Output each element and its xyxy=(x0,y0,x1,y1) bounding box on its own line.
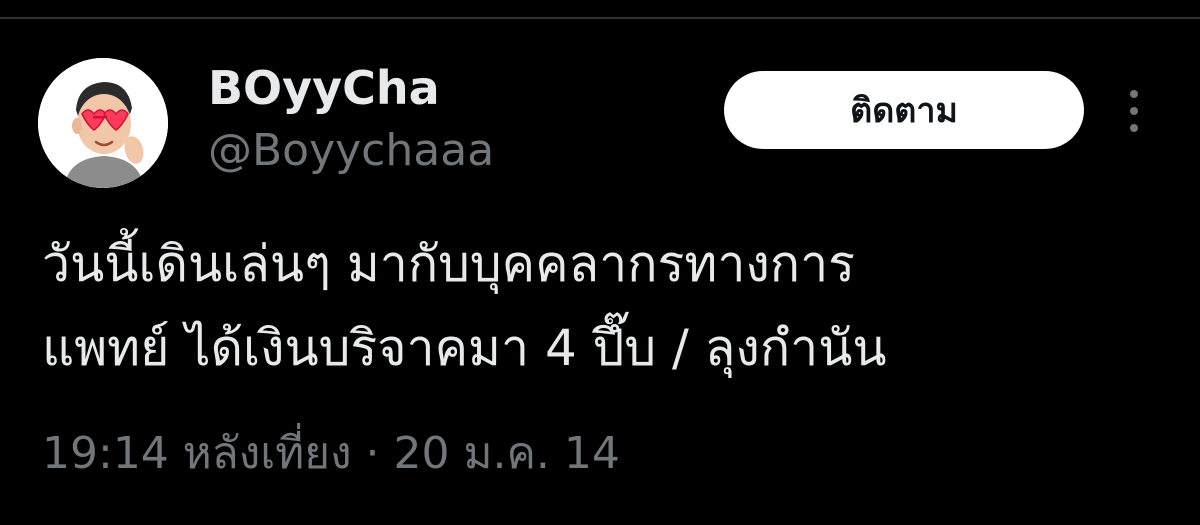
tweet-text: วันนี้เดินเล่นๆ มากับบุคคลากรทางการ แพทย… xyxy=(42,222,1172,390)
author-display-name[interactable]: BOyyCha xyxy=(208,58,440,118)
author-handle[interactable]: @Boyychaaa xyxy=(208,122,494,180)
follow-button[interactable]: ติดตาม xyxy=(724,71,1084,149)
top-divider xyxy=(0,17,1200,19)
more-dot xyxy=(1130,90,1138,98)
more-dot xyxy=(1130,124,1138,132)
memoji-avatar-icon xyxy=(38,58,168,188)
avatar[interactable] xyxy=(38,58,168,188)
tweet-text-line: แพทย์ ได้เงินบริจาคมา 4 ปึ๊บ / ลุงกำนัน xyxy=(42,319,887,377)
more-dot xyxy=(1130,107,1138,115)
tweet-timestamp[interactable]: 19:14 หลังเที่ยง · 20 ม.ค. 14 xyxy=(42,424,620,484)
tweet-text-line: วันนี้เดินเล่นๆ มากับบุคคลากรทางการ xyxy=(42,235,856,293)
more-vertical-icon[interactable] xyxy=(1116,86,1152,136)
